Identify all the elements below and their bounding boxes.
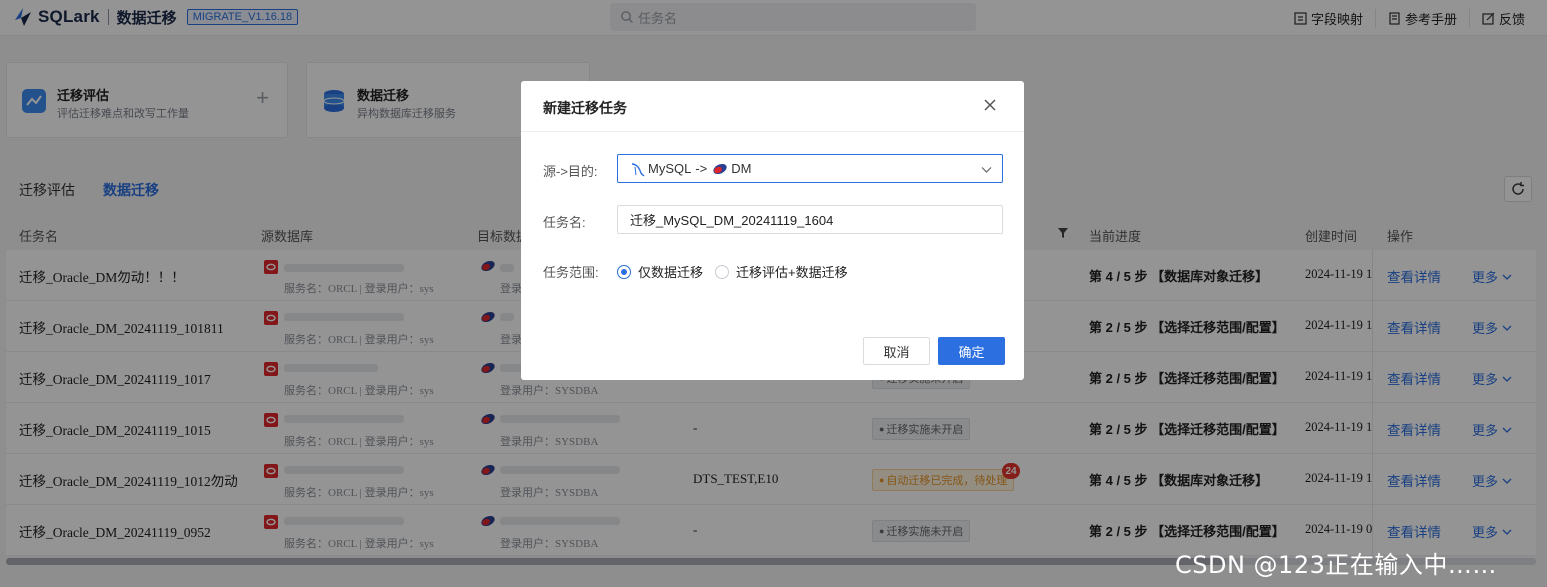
chevron-down-icon — [981, 167, 992, 173]
dialog-divider — [521, 131, 1024, 132]
arrow-text: -> — [695, 161, 708, 176]
scope-label: 任务范围: — [543, 265, 599, 280]
target-db-name: DM — [731, 161, 752, 176]
source-target-select[interactable]: MySQL -> DM — [617, 154, 1003, 183]
radio-checked — [617, 264, 631, 279]
scope-data-only-radio[interactable]: 仅数据迁移 — [617, 262, 703, 281]
confirm-button[interactable]: 确定 — [938, 337, 1005, 365]
task-name-label: 任务名: — [543, 215, 586, 230]
close-icon[interactable] — [982, 97, 998, 113]
source-target-label: 源->目的: — [543, 164, 598, 179]
dialog-title: 新建迁移任务 — [543, 100, 627, 116]
source-db-name: MySQL — [648, 161, 692, 176]
task-name-input[interactable]: 迁移_MySQL_DM_20241119_1604 — [617, 205, 1003, 234]
csdn-watermark: CSDN @123正在输入中…… — [1175, 551, 1497, 579]
scope-option-label: 迁移评估+数据迁移 — [736, 265, 848, 280]
scope-assess-and-migrate-radio[interactable]: 迁移评估+数据迁移 — [715, 262, 848, 281]
cancel-button[interactable]: 取消 — [863, 337, 930, 365]
radio-unchecked — [715, 264, 729, 279]
new-task-dialog: 新建迁移任务 源->目的: MySQL -> DM 任务名: 迁移_MySQL_… — [521, 81, 1024, 380]
mysql-icon — [631, 162, 645, 177]
dm-icon — [713, 163, 727, 174]
scope-option-label: 仅数据迁移 — [638, 265, 704, 280]
